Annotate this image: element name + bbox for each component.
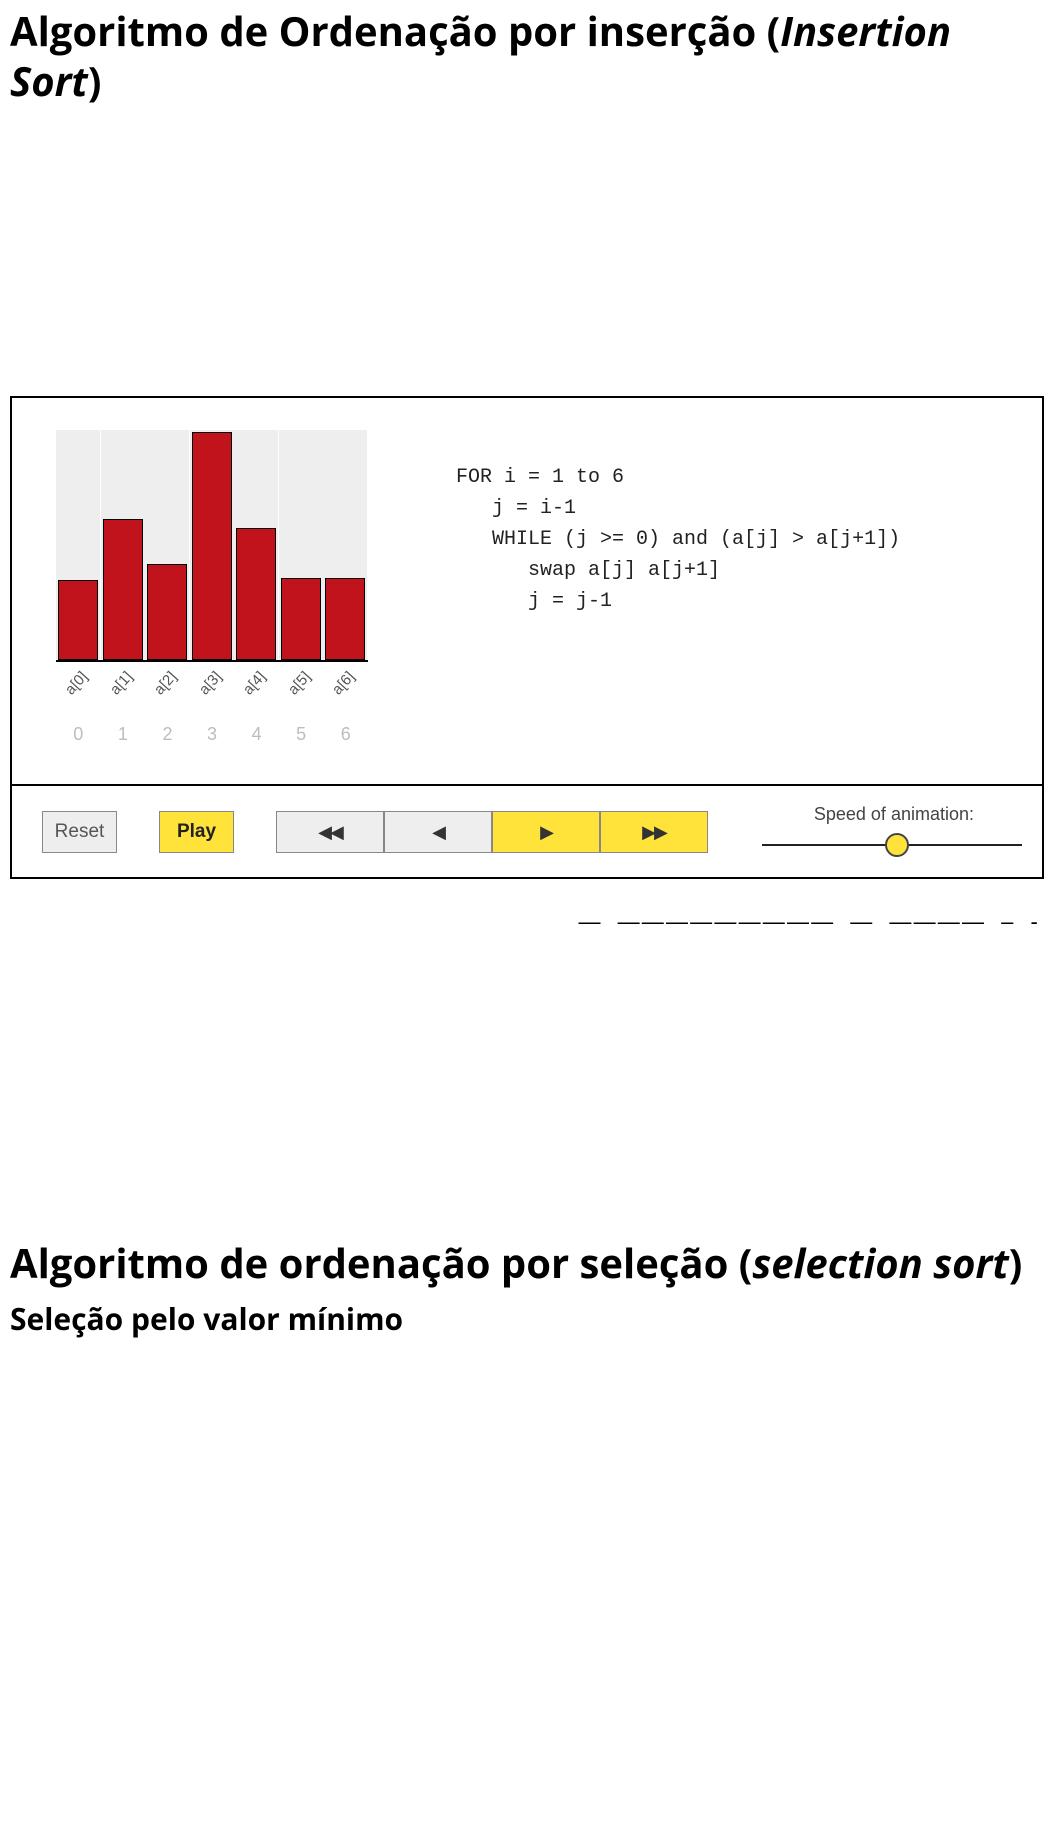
heading-text-suffix: ) bbox=[88, 53, 102, 108]
page-title-insertion-sort: Algoritmo de Ordenação por inserção (Ins… bbox=[10, 6, 1045, 106]
bar-column[interactable] bbox=[56, 430, 100, 660]
step-back-button[interactable]: ◀ bbox=[384, 811, 492, 853]
heading2-italic: selection sort bbox=[752, 1235, 1008, 1290]
fast-forward-icon: ▶▶ bbox=[642, 820, 666, 844]
step-back-icon: ◀ bbox=[432, 820, 444, 844]
heading2-suffix: ) bbox=[1009, 1235, 1023, 1290]
reset-button[interactable]: Reset bbox=[42, 811, 117, 853]
bar bbox=[236, 528, 276, 660]
bar bbox=[192, 432, 232, 660]
speed-label: Speed of animation: bbox=[814, 804, 974, 825]
page-title-selection-sort: Algoritmo de ordenação por seleção (sele… bbox=[10, 1235, 1045, 1290]
bar-column[interactable] bbox=[234, 430, 278, 660]
bar-column[interactable] bbox=[323, 430, 367, 660]
step-forward-icon: ▶ bbox=[540, 820, 552, 844]
figure-credit-line: — ————————— — ———— – - bbox=[10, 909, 1040, 935]
bar bbox=[103, 519, 143, 660]
subheading-selection-min: Seleção pelo valor mínimo bbox=[10, 1298, 1045, 1339]
reset-button-label: Reset bbox=[55, 821, 105, 843]
step-nav-group: ◀◀ ◀ ▶ ▶▶ bbox=[276, 811, 708, 853]
step-forward-button[interactable]: ▶ bbox=[492, 811, 600, 853]
visualization-body: a[0]a[1]a[2]a[3]a[4]a[5]a[6] 0123456 FOR… bbox=[12, 398, 1042, 786]
speed-slider[interactable] bbox=[762, 831, 1022, 859]
heading-text-prefix: Algoritmo de Ordenação por inserção ( bbox=[10, 3, 780, 58]
heading2-prefix: Algoritmo de ordenação por seleção ( bbox=[10, 1235, 752, 1290]
slider-thumb[interactable] bbox=[885, 833, 909, 857]
bar-column[interactable] bbox=[145, 430, 189, 660]
visualization-panel: a[0]a[1]a[2]a[3]a[4]a[5]a[6] 0123456 FOR… bbox=[10, 396, 1044, 879]
bar bbox=[58, 580, 98, 660]
bar-column[interactable] bbox=[190, 430, 234, 660]
rewind-button[interactable]: ◀◀ bbox=[276, 811, 384, 853]
play-button[interactable]: Play bbox=[159, 811, 234, 853]
rewind-icon: ◀◀ bbox=[318, 820, 342, 844]
controls-bar: Reset Play ◀◀ ◀ ▶ ▶▶ Speed of bbox=[12, 786, 1042, 877]
bar-column[interactable] bbox=[101, 430, 145, 660]
bar bbox=[281, 578, 321, 660]
bar bbox=[325, 578, 365, 660]
bar-column[interactable] bbox=[279, 430, 323, 660]
fast-forward-button[interactable]: ▶▶ bbox=[600, 811, 708, 853]
speed-control: Speed of animation: bbox=[762, 804, 1022, 859]
play-button-label: Play bbox=[177, 821, 216, 843]
bar bbox=[147, 564, 187, 660]
pseudocode-block: FOR i = 1 to 6 j = i-1 WHILE (j >= 0) an… bbox=[396, 430, 1024, 617]
bar-chart: a[0]a[1]a[2]a[3]a[4]a[5]a[6] 0123456 bbox=[56, 430, 396, 745]
